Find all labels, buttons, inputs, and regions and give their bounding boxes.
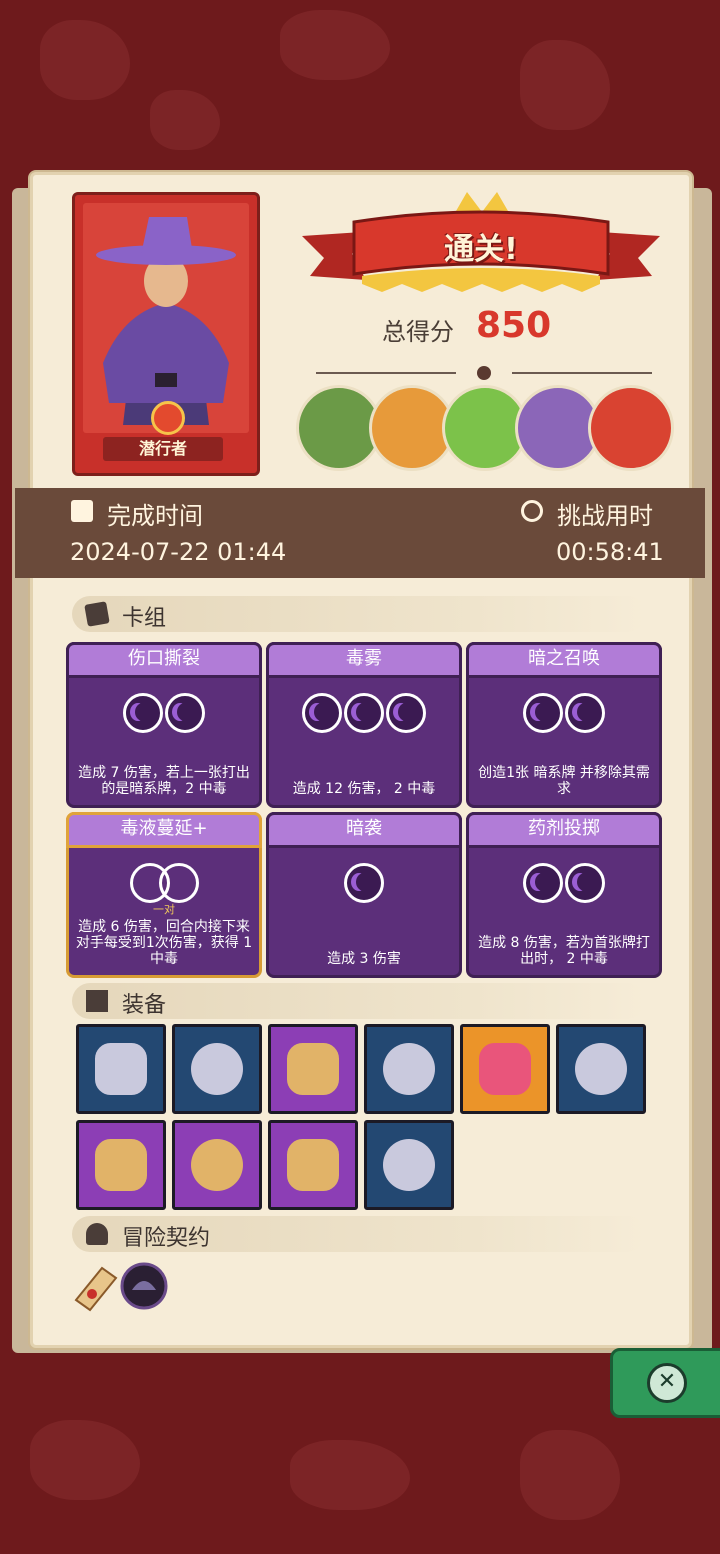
deck-card[interactable]: 毒液蔓延+ 一对造成 6 伤害，回合内接下来对手每受到1次伤害，获得 1 中毒 <box>66 812 262 978</box>
finish-time-value: 2024-07-22 01:44 <box>70 538 287 566</box>
deck-card[interactable]: 暗之召唤创造1张 暗系牌 并移除其需求 <box>466 642 662 808</box>
challenge-time-label: 挑战用时 <box>557 502 653 530</box>
background-pattern <box>520 1430 620 1520</box>
score-value: 850 <box>476 305 552 346</box>
equipment-art <box>383 1043 435 1095</box>
moon-orb-icon <box>523 693 563 733</box>
card-cost <box>69 693 259 733</box>
dark-helmet-icon[interactable] <box>118 1260 170 1312</box>
moon-orb-icon <box>165 693 205 733</box>
stopwatch-icon <box>521 500 543 522</box>
card-description: 造成 7 伤害，若上一张打出的是暗系牌，2 中毒 <box>78 765 250 797</box>
equipment-art <box>95 1043 147 1095</box>
moon-orb-icon <box>344 863 384 903</box>
moon-orb-icon <box>565 693 605 733</box>
card-title: 毒雾 <box>346 648 382 669</box>
background-pattern <box>290 1440 410 1510</box>
card-description: 造成 12 伤害， 2 中毒 <box>292 781 436 797</box>
fire-orb-icon[interactable] <box>460 1024 550 1114</box>
fire-demon-boss-icon <box>588 385 674 471</box>
boss-divider <box>296 365 672 381</box>
card-title: 暗袭 <box>346 818 382 839</box>
time-bar: 完成时间 2024-07-22 01:44 挑战用时 00:58:41 <box>15 488 705 578</box>
card-cost <box>469 693 659 733</box>
equipment-art <box>95 1139 147 1191</box>
background-pattern <box>280 10 390 80</box>
moon-orb-icon <box>302 693 342 733</box>
deck-card[interactable]: 伤口撕裂造成 7 伤害，若上一张打出的是暗系牌，2 中毒 <box>66 642 262 808</box>
deck-header: 卡组 <box>72 596 646 632</box>
jade-mask-icon[interactable] <box>268 1024 358 1114</box>
deck-card[interactable]: 暗袭造成 3 伤害 <box>266 812 462 978</box>
equipment-title: 装备 <box>122 993 167 1018</box>
moon-orb-icon <box>123 693 163 733</box>
hero-card: 潜行者 <box>72 192 260 476</box>
calendar-icon <box>71 500 93 522</box>
equipment-art <box>191 1139 243 1191</box>
equipment-art <box>287 1139 339 1191</box>
deck-card[interactable]: 毒雾造成 12 伤害， 2 中毒 <box>266 642 462 808</box>
background-pattern <box>150 90 220 150</box>
score-label: 总得分 <box>382 318 454 346</box>
equipment-art <box>383 1139 435 1191</box>
equipment-art <box>479 1043 531 1095</box>
card-description: 创造1张 暗系牌 并移除其需求 <box>478 765 650 797</box>
contract-title: 冒险契约 <box>122 1226 211 1251</box>
scythe-icon[interactable] <box>364 1024 454 1114</box>
card-cost <box>469 863 659 903</box>
victory-banner: 通关! <box>302 192 660 302</box>
close-icon[interactable]: ✕ <box>647 1363 687 1403</box>
deck-title: 卡组 <box>122 606 167 631</box>
person-icon <box>86 1223 108 1245</box>
background-pattern <box>520 40 610 130</box>
golden-book-icon[interactable] <box>172 1120 262 1210</box>
moon-orb-icon <box>565 863 605 903</box>
scroll-icon[interactable] <box>70 1260 122 1312</box>
green-leaves-icon[interactable] <box>76 1120 166 1210</box>
equipment-art <box>191 1043 243 1095</box>
card-description: 造成 6 伤害，回合内接下来对手每受到1次伤害，获得 1 中毒 <box>75 919 253 967</box>
purple-splash-icon[interactable] <box>172 1024 262 1114</box>
card-title: 伤口撕裂 <box>128 648 200 669</box>
moon-orb-icon <box>386 693 426 733</box>
equipment-art <box>287 1043 339 1095</box>
card-cost <box>269 863 459 903</box>
pair-label: 一对 <box>153 903 175 916</box>
horn-cup-icon[interactable] <box>364 1120 454 1210</box>
background-pattern <box>30 1420 140 1500</box>
hero-name: 潜行者 <box>103 437 223 461</box>
cards-icon <box>84 601 110 627</box>
background-pattern <box>40 20 130 100</box>
equipment-header: 装备 <box>72 983 646 1019</box>
card-cost <box>269 693 459 733</box>
box-icon <box>86 990 108 1012</box>
card-title: 毒液蔓延+ <box>120 818 208 839</box>
moon-orb-icon <box>344 693 384 733</box>
card-description: 造成 3 伤害 <box>327 951 401 967</box>
finish-time-label: 完成时间 <box>107 502 203 530</box>
victory-title: 通关! <box>444 232 518 267</box>
hero-emblem-icon <box>151 401 185 435</box>
challenge-time-value: 00:58:41 <box>556 538 664 566</box>
contract-header: 冒险契约 <box>72 1216 646 1252</box>
card-description: 造成 8 伤害，若为首张牌打出时， 2 中毒 <box>478 935 650 967</box>
card-cost <box>69 863 259 903</box>
defeated-bosses <box>296 385 674 471</box>
card-title: 药剂投掷 <box>528 818 600 839</box>
moon-orb-icon <box>523 863 563 903</box>
hero-portrait <box>83 203 249 433</box>
close-tab[interactable]: ✕ <box>610 1348 720 1418</box>
skull-tome-icon[interactable] <box>556 1024 646 1114</box>
moon-orb-icon <box>158 863 199 903</box>
deck-card[interactable]: 药剂投掷造成 8 伤害，若为首张牌打出时， 2 中毒 <box>466 812 662 978</box>
card-title: 暗之召唤 <box>528 648 600 669</box>
horned-skull-icon[interactable] <box>76 1024 166 1114</box>
serpent-icon[interactable] <box>268 1120 358 1210</box>
hooded-rogue-icon <box>96 217 236 425</box>
equipment-art <box>575 1043 627 1095</box>
